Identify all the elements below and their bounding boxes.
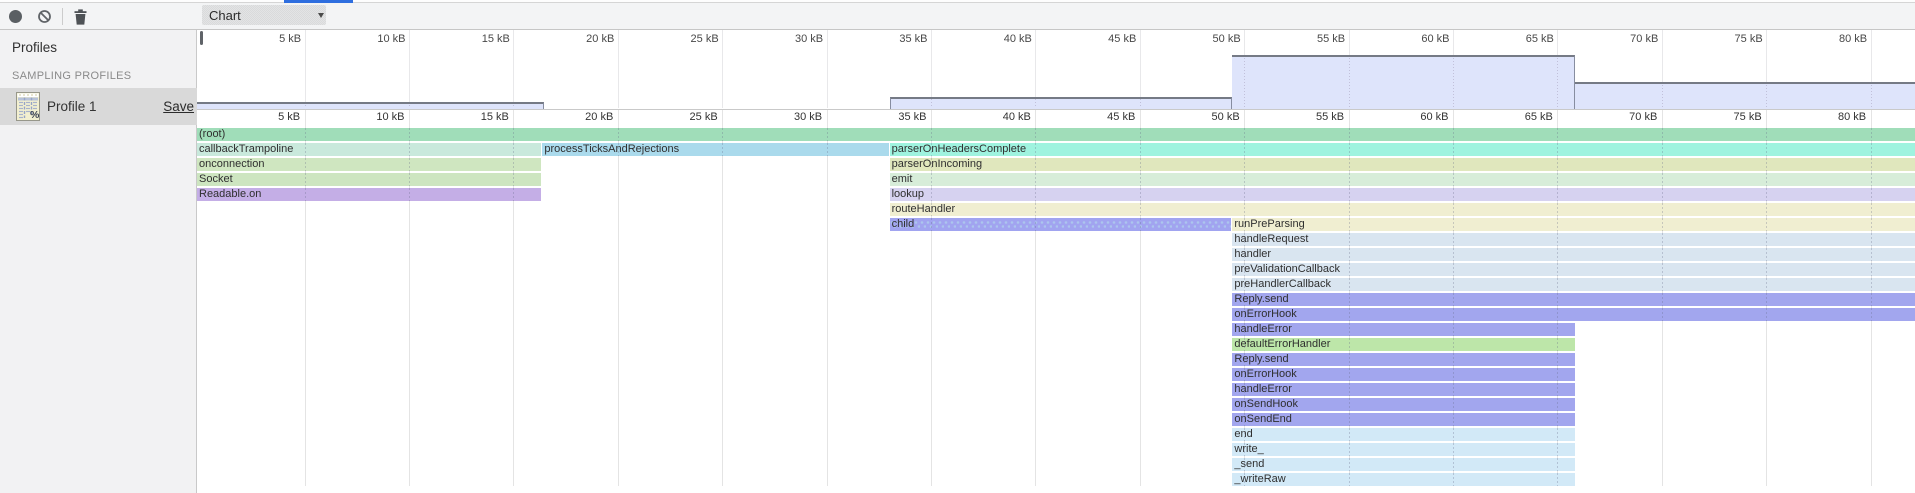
svg-text:%: % [30, 109, 40, 121]
